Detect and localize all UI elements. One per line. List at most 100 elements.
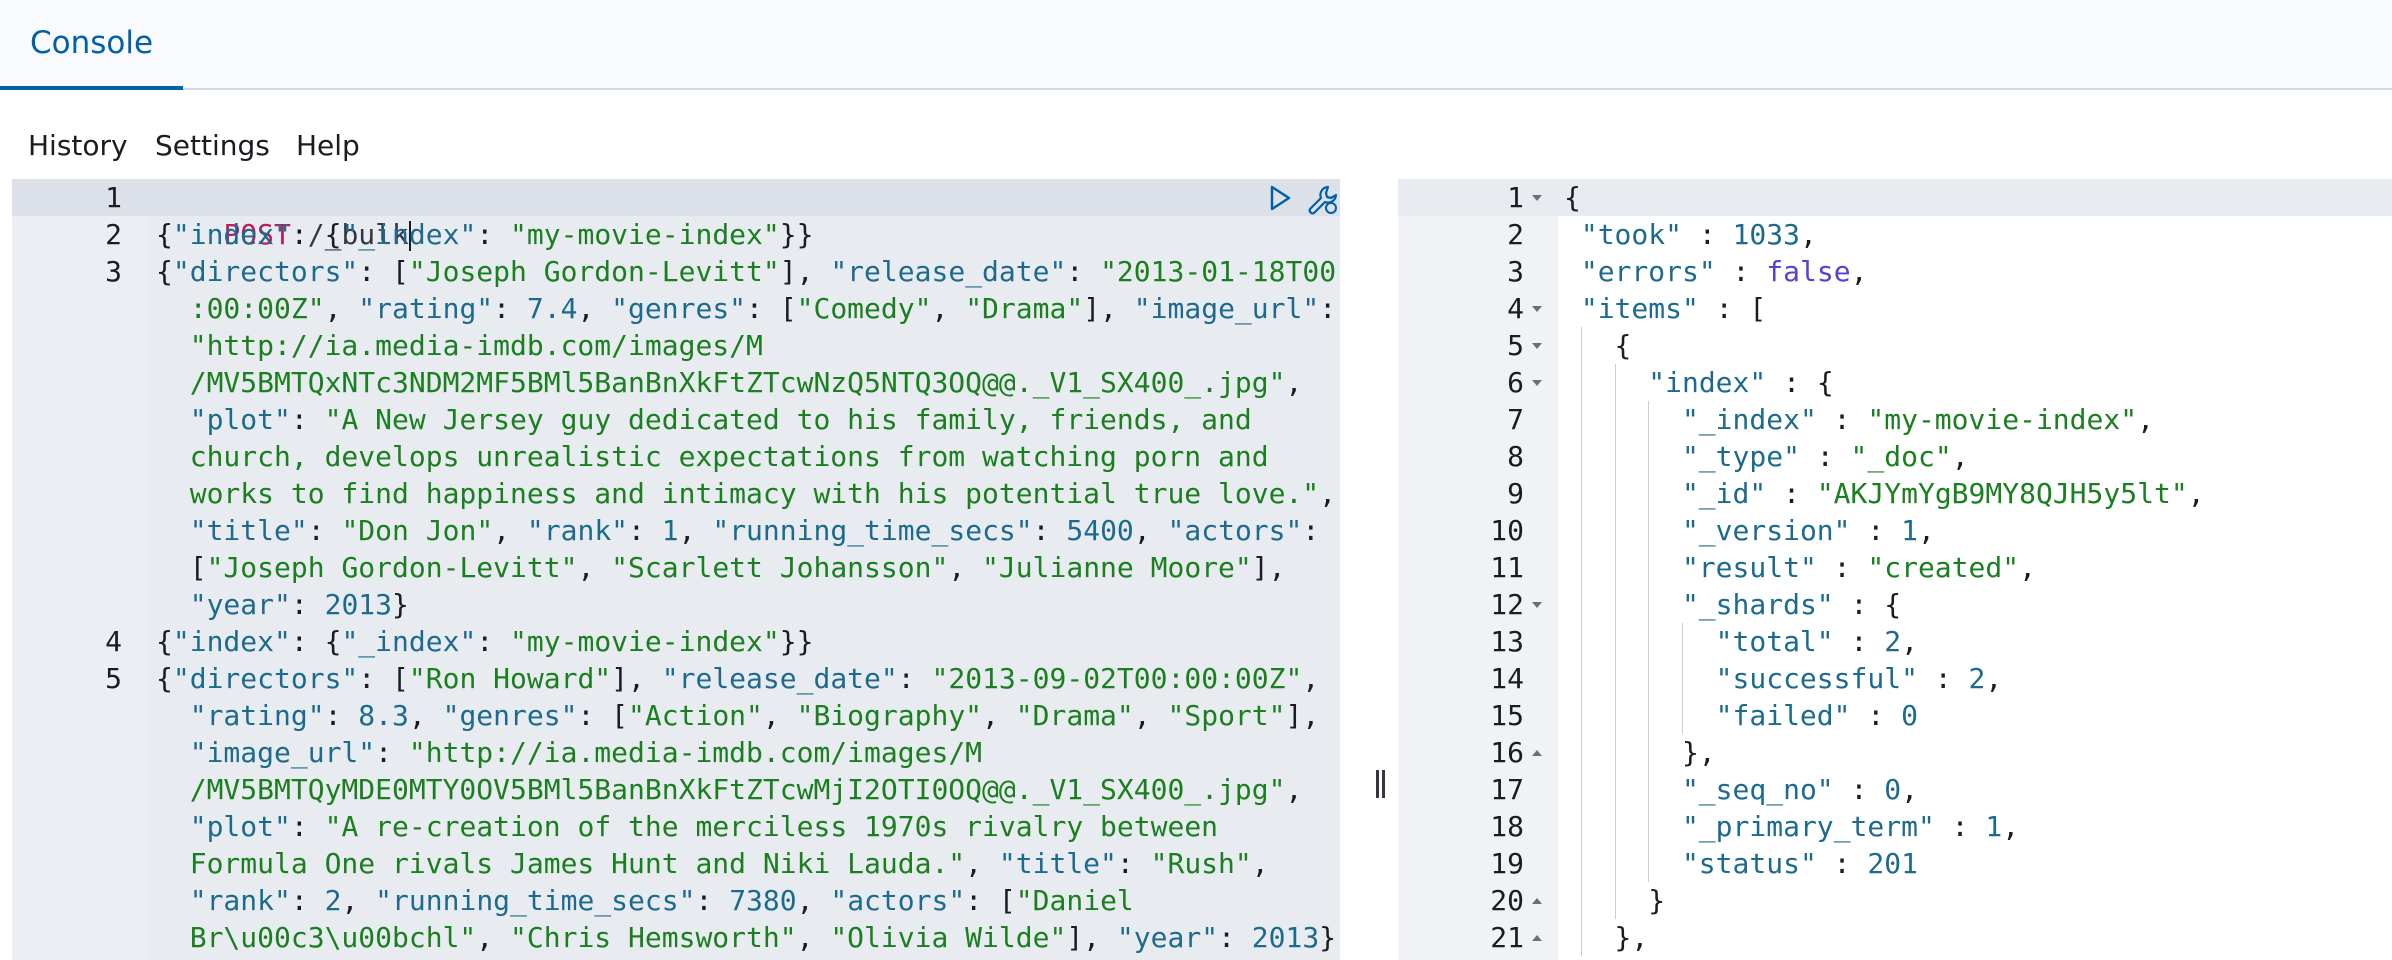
request-code-line[interactable]: "plot": "A New Jersey guy dedicated to h… (156, 401, 1252, 438)
request-code-line[interactable]: "rating": 8.3, "genres": ["Action", "Bio… (156, 697, 1320, 734)
code-token: "2013-01-18T00 (1100, 255, 1337, 288)
line-number: 12 (1490, 588, 1524, 621)
code-token: 1 (661, 514, 679, 547)
play-icon[interactable] (1268, 184, 1292, 212)
code-token: "AKJYmYgB9MY8QJH5y5lt" (1816, 477, 2188, 510)
code-token: : (695, 884, 730, 917)
code-token: , (2137, 403, 2154, 436)
request-code-line[interactable]: works to find happiness and intimacy wit… (156, 475, 1336, 512)
code-token: ], (1251, 551, 1286, 584)
request-editor[interactable]: 1 2 3 4 5 POST /_bulk {"index": {"_index… (12, 179, 1340, 960)
code-token: 2 (1968, 662, 1986, 695)
indent-guide (1648, 475, 1650, 512)
request-gutter (12, 179, 147, 960)
indent-guide (1614, 549, 1616, 586)
indent-guide (1614, 623, 1616, 660)
fold-expand-icon[interactable] (1530, 894, 1544, 908)
request-code-line[interactable]: {"directors": ["Joseph Gordon-Levitt"], … (156, 253, 1336, 290)
request-code-line[interactable]: "plot": "A re-creation of the merciless … (156, 808, 1218, 845)
indent-guide (1614, 364, 1616, 401)
code-token: 1 (1901, 514, 1918, 547)
code-token: "took" (1580, 218, 1682, 251)
code-token: "my-movie-index" (510, 625, 780, 658)
request-code-line[interactable]: /MV5BMTQxNTc3NDM2MF5BMl5BanBnXkFtZTcwNzQ… (156, 364, 1303, 401)
code-token: "release_date" (830, 255, 1067, 288)
line-number: 1 (105, 181, 122, 214)
indent-guide (1648, 660, 1650, 697)
code-token: 201 (1867, 847, 1918, 880)
wrench-icon[interactable] (1306, 184, 1340, 216)
fold-expand-icon[interactable] (1530, 931, 1544, 945)
request-code-line[interactable]: :00:00Z", "rating": 7.4, "genres": ["Com… (156, 290, 1336, 327)
indent-guide (1614, 475, 1616, 512)
request-code-line[interactable]: {"index": {"_index": "my-movie-index"}} (156, 216, 813, 253)
code-token: "2013-09-02T00:00:00Z" (931, 662, 1303, 695)
response-viewer[interactable]: 1 {2 "took" : 1033, 3 "errors" : false, 4 "ite… (1398, 179, 2392, 960)
response-code-line: }, (1682, 734, 1716, 771)
code-token: "plot" (189, 403, 291, 436)
line-number: 8 (1507, 440, 1524, 473)
indent-guide (1648, 586, 1650, 623)
request-code-line[interactable]: /MV5BMTQyMDE0MTY0OV5BMl5BanBnXkFtZTcwMjI… (156, 771, 1303, 808)
code-token: : (375, 736, 409, 769)
request-code-line[interactable]: ["Joseph Gordon-Levitt", "Scarlett Johan… (156, 549, 1286, 586)
code-token: , (2002, 810, 2020, 843)
indent-guide (1614, 512, 1616, 549)
code-token: : (1682, 218, 1733, 251)
request-code-line[interactable]: church, develops unrealistic expectation… (156, 438, 1269, 475)
code-token: church, develops unrealistic expectation… (156, 440, 1269, 473)
indent-guide (1580, 401, 1582, 438)
code-token: : (476, 625, 511, 658)
request-line-method[interactable]: POST /_bulk (156, 179, 411, 251)
request-code-line[interactable]: "rank": 2, "running_time_secs": 7380, "a… (156, 882, 1134, 919)
fold-collapse-icon[interactable] (1530, 302, 1544, 316)
code-token: } (392, 588, 409, 621)
active-line-highlight (1398, 179, 2392, 216)
code-token: "_type" (1681, 440, 1800, 473)
code-token: : (897, 662, 932, 695)
code-token: "total" (1715, 625, 1834, 658)
code-token: , (493, 514, 527, 547)
code-token: : { (1766, 366, 1834, 399)
fold-collapse-icon[interactable] (1530, 191, 1544, 205)
request-code-line[interactable]: "image_url": "http://ia.media-imdb.com/i… (156, 734, 982, 771)
indent-guide (1648, 697, 1650, 734)
menu-settings[interactable]: Settings (155, 118, 270, 174)
code-token: : (1319, 292, 1337, 325)
fold-collapse-icon[interactable] (1530, 598, 1544, 612)
request-code-line[interactable]: {"index": {"_index": "my-movie-index"}} (156, 623, 813, 660)
indent-guide (1614, 401, 1616, 438)
fold-collapse-icon[interactable] (1530, 339, 1544, 353)
response-code-line: "_version" : 1, (1682, 512, 1935, 549)
menu-history[interactable]: History (28, 118, 128, 174)
line-number: 14 (1490, 662, 1524, 695)
code-token: : (1799, 440, 1851, 473)
code-token: 2013 (1251, 921, 1320, 954)
request-code-line[interactable]: "http://ia.media-imdb.com/images/M (156, 327, 763, 364)
fold-expand-icon[interactable] (1530, 746, 1544, 760)
line-number: 4 (105, 625, 122, 658)
code-token: "Chris Hemsworth" (510, 921, 797, 954)
tab-console[interactable]: Console (0, 0, 183, 90)
request-code-line[interactable]: Formula One rivals James Hunt and Niki L… (156, 845, 1269, 882)
code-token: "Julianne Moore" (982, 551, 1252, 584)
code-token: , (1133, 699, 1168, 732)
code-token: "genres" (442, 699, 578, 732)
request-code-line[interactable]: "year": 2013} (156, 586, 409, 623)
request-code-line[interactable]: Br\u00c3\u00bchl", "Chris Hemsworth", "O… (156, 919, 1336, 956)
code-token: } (1648, 884, 1666, 917)
code-token: 2013 (324, 588, 393, 621)
code-token: 1033 (1732, 218, 1801, 251)
indent-guide (1681, 660, 1683, 697)
code-token: "running_time_secs" (712, 514, 1033, 547)
indent-guide (1614, 660, 1616, 697)
resize-handle-icon[interactable] (1376, 770, 1388, 798)
code-token: : (1850, 514, 1902, 547)
request-code-line[interactable]: "title": "Don Jon", "rank": 1, "running_… (156, 512, 1320, 549)
request-code-line[interactable]: {"directors": ["Ron Howard"], "release_d… (156, 660, 1319, 697)
code-token: "year" (189, 588, 291, 621)
menu-help[interactable]: Help (296, 118, 360, 174)
code-token: "_shards" (1681, 588, 1834, 621)
fold-collapse-icon[interactable] (1530, 376, 1544, 390)
